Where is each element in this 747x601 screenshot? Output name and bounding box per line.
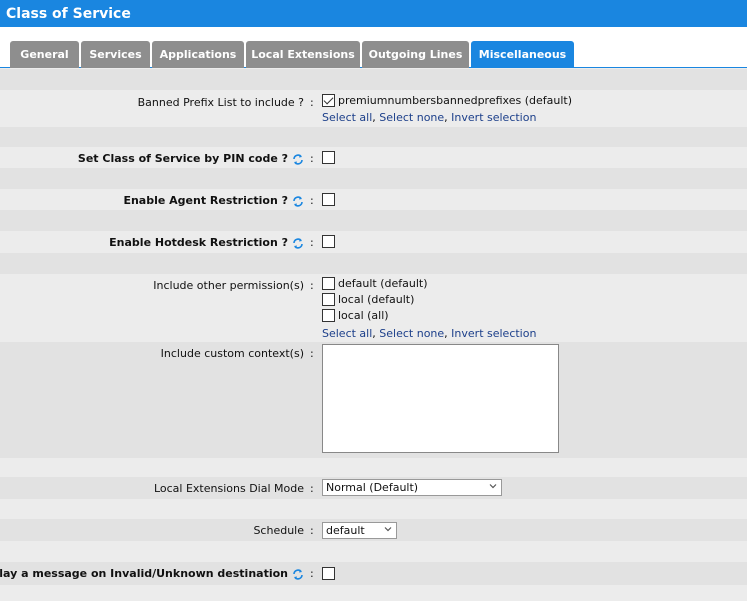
permission-checkbox-local-all[interactable]: [322, 308, 335, 322]
chevron-down-icon: [489, 484, 497, 489]
schedule-label: Schedule: [253, 524, 304, 537]
chevron-down-icon: [384, 527, 392, 532]
dial-mode-label: Local Extensions Dial Mode: [153, 482, 304, 495]
sync-icon: [293, 153, 303, 165]
permission-option-label: local (all): [338, 308, 389, 322]
tab-services[interactable]: Services: [81, 41, 150, 68]
spacer-row: [0, 127, 747, 147]
select-none-link[interactable]: Select none: [379, 327, 444, 340]
schedule-select[interactable]: default: [322, 522, 397, 539]
permission-checkbox-default[interactable]: [322, 276, 335, 290]
dial-mode-row: Local Extensions Dial Mode : Normal (Def…: [0, 477, 747, 499]
tab-local-extensions[interactable]: Local Extensions: [246, 41, 360, 68]
hotdesk-label: Enable Hotdesk Restriction ?: [109, 236, 304, 250]
spacer-row: [0, 585, 747, 601]
spacer-row: [0, 253, 747, 274]
spacer-row: [0, 210, 747, 231]
spacer-row: [0, 69, 747, 90]
sync-icon: [293, 195, 303, 207]
invert-selection-link[interactable]: Invert selection: [451, 327, 536, 340]
select-all-link[interactable]: Select all: [322, 327, 372, 340]
agent-label: Enable Agent Restriction ?: [123, 194, 304, 208]
spacer-row: [0, 458, 747, 477]
sync-icon: [293, 237, 303, 249]
spacer-row: [0, 541, 747, 562]
hotdesk-checkbox[interactable]: [322, 234, 335, 248]
spacer-row: [0, 168, 747, 189]
sync-icon: [293, 568, 303, 580]
select-none-link[interactable]: Select none: [379, 111, 444, 124]
hotdesk-row: Enable Hotdesk Restriction ? :: [0, 231, 747, 253]
permission-option-label: local (default): [338, 292, 415, 306]
colon: :: [310, 96, 314, 109]
invert-selection-link[interactable]: Invert selection: [451, 111, 536, 124]
banned-prefix-row: Banned Prefix List to include ? : premiu…: [0, 90, 747, 127]
agent-checkbox[interactable]: [322, 192, 335, 206]
permissions-row: Include other permission(s) : default (d…: [0, 274, 747, 342]
spacer-row: [0, 499, 747, 519]
colon: :: [310, 236, 314, 249]
invalid-destination-checkbox[interactable]: [322, 566, 335, 580]
colon: :: [310, 524, 314, 537]
tab-general[interactable]: General: [10, 41, 79, 68]
banned-prefix-checkbox[interactable]: [322, 93, 335, 107]
invalid-destination-label: Play a message on Invalid/Unknown destin…: [0, 567, 304, 581]
page-title: Class of Service: [0, 0, 747, 27]
banned-prefix-option-label: premiumnumbersbannedprefixes (default): [338, 93, 572, 107]
colon: :: [310, 567, 314, 580]
colon: :: [310, 194, 314, 207]
schedule-value: default: [326, 524, 365, 537]
dial-mode-select[interactable]: Normal (Default): [322, 479, 502, 496]
schedule-row: Schedule : default: [0, 519, 747, 541]
permission-option-label: default (default): [338, 276, 428, 290]
colon: :: [310, 279, 314, 292]
pin-row: Set Class of Service by PIN code ? :: [0, 147, 747, 168]
colon: :: [310, 482, 314, 495]
permission-checkbox-local-default[interactable]: [322, 292, 335, 306]
permissions-label: Include other permission(s): [153, 279, 304, 292]
colon: :: [310, 152, 314, 165]
tab-miscellaneous[interactable]: Miscellaneous: [471, 41, 574, 68]
custom-context-label: Include custom context(s): [160, 347, 304, 360]
custom-context-textarea[interactable]: [322, 344, 559, 453]
invalid-destination-row: Play a message on Invalid/Unknown destin…: [0, 562, 747, 585]
tab-applications[interactable]: Applications: [152, 41, 244, 68]
tab-outgoing-lines[interactable]: Outgoing Lines: [362, 41, 469, 68]
pin-checkbox[interactable]: [322, 150, 335, 164]
pin-label: Set Class of Service by PIN code ?: [78, 152, 304, 166]
agent-row: Enable Agent Restriction ? :: [0, 189, 747, 210]
dial-mode-value: Normal (Default): [326, 481, 419, 494]
custom-context-row: Include custom context(s) :: [0, 342, 747, 458]
banned-prefix-label: Banned Prefix List to include ?: [137, 96, 304, 109]
select-all-link[interactable]: Select all: [322, 111, 372, 124]
tab-bar: General Services Applications Local Exte…: [0, 27, 747, 68]
colon: :: [310, 347, 314, 360]
